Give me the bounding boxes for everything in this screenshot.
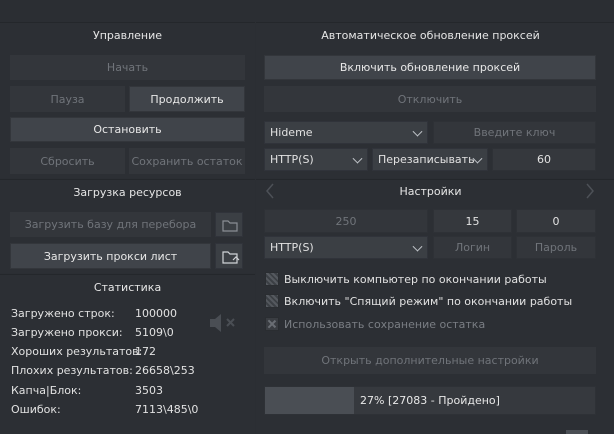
api-key-input[interactable]: Введите ключ: [433, 121, 596, 144]
resize-grip[interactable]: [566, 430, 588, 434]
save-rest-checkbox[interactable]: [265, 317, 279, 331]
resume-button[interactable]: Продолжить: [129, 86, 245, 112]
pause-button[interactable]: Пауза: [10, 86, 125, 112]
password-input[interactable]: Пароль: [516, 236, 596, 259]
stat-value: 3503: [135, 384, 163, 397]
resources-title: Загрузка ресурсов: [73, 186, 182, 199]
folder-icon: [222, 220, 238, 232]
proxy-update-title: Автоматическое обновление проксей: [321, 29, 540, 42]
chevron-down-icon: [352, 153, 363, 164]
stat-value: 100000: [135, 307, 177, 320]
reset-button[interactable]: Сбросить: [10, 148, 125, 174]
stat-label: Загружено прокси:: [11, 326, 123, 339]
stat-value: 5109\0: [135, 326, 174, 339]
stop-button[interactable]: Остановить: [10, 117, 245, 142]
progress-bar: 27% [27083 - Пройдено]: [264, 386, 596, 415]
chevron-down-icon: [412, 126, 423, 137]
more-settings-button[interactable]: Открыть дополнительные настройки: [264, 347, 596, 374]
sleep-checkbox[interactable]: [265, 294, 279, 308]
save-rest-button[interactable]: Сохранить остаток: [129, 148, 245, 174]
stat-label: Плохих результатов:: [11, 364, 133, 377]
stat-value: 172: [135, 345, 156, 358]
enable-proxy-update-button[interactable]: Включить обновление проксей: [264, 55, 596, 80]
control-title: Управление: [92, 29, 162, 42]
stat-value: 7113\485\0: [135, 403, 199, 416]
update-mode-select[interactable]: Перезаписывать: [372, 148, 488, 171]
load-proxy-folder-button[interactable]: [215, 243, 243, 269]
load-base-button[interactable]: Загрузить базу для перебора: [10, 212, 211, 237]
update-interval-input[interactable]: 60: [492, 148, 596, 171]
shutdown-label: Выключить компьютер по окончании работы: [284, 273, 547, 286]
save-rest-label: Использовать сохранение остатка: [284, 318, 486, 331]
start-button[interactable]: Начать: [10, 55, 245, 80]
proxy-source-select[interactable]: Hideme: [264, 121, 428, 144]
proxy-source-value: Hideme: [270, 126, 313, 139]
settings-proxy-type-value: HTTP(S): [270, 241, 314, 254]
stats-title: Статистика: [93, 281, 162, 294]
update-mode-value: Перезаписывать: [378, 153, 475, 166]
stat-label: Капча|Блок:: [11, 384, 82, 397]
setting-field-2[interactable]: 15: [433, 209, 512, 233]
settings-title: Настройки: [399, 185, 462, 198]
stat-label: Загружено строк:: [11, 307, 115, 320]
disable-proxy-update-button[interactable]: Отключить: [264, 86, 596, 112]
mute-icon[interactable]: [207, 310, 239, 336]
chevron-down-icon: [412, 241, 423, 252]
login-input[interactable]: Логин: [433, 236, 512, 259]
folder-open-icon: [222, 251, 240, 264]
load-base-folder-button[interactable]: [215, 212, 243, 237]
settings-next-arrow[interactable]: [583, 181, 597, 201]
shutdown-checkbox[interactable]: [265, 272, 279, 286]
load-proxy-button[interactable]: Загрузить прокси лист: [10, 243, 211, 269]
settings-proxy-type-select[interactable]: HTTP(S): [264, 236, 428, 259]
threads-input[interactable]: 250: [264, 209, 428, 233]
proxy-type-select[interactable]: HTTP(S): [264, 148, 368, 171]
progress-text: 27% [27083 - Пройдено]: [360, 394, 500, 407]
stat-label: Хороших результатов:: [11, 345, 143, 358]
setting-field-3[interactable]: 0: [516, 209, 596, 233]
stat-value: 26658\253: [135, 364, 195, 377]
sleep-label: Включить "Спящий режим" по окончании раб…: [284, 295, 573, 308]
proxy-type-value: HTTP(S): [270, 153, 314, 166]
stat-label: Ошибок:: [11, 403, 61, 416]
